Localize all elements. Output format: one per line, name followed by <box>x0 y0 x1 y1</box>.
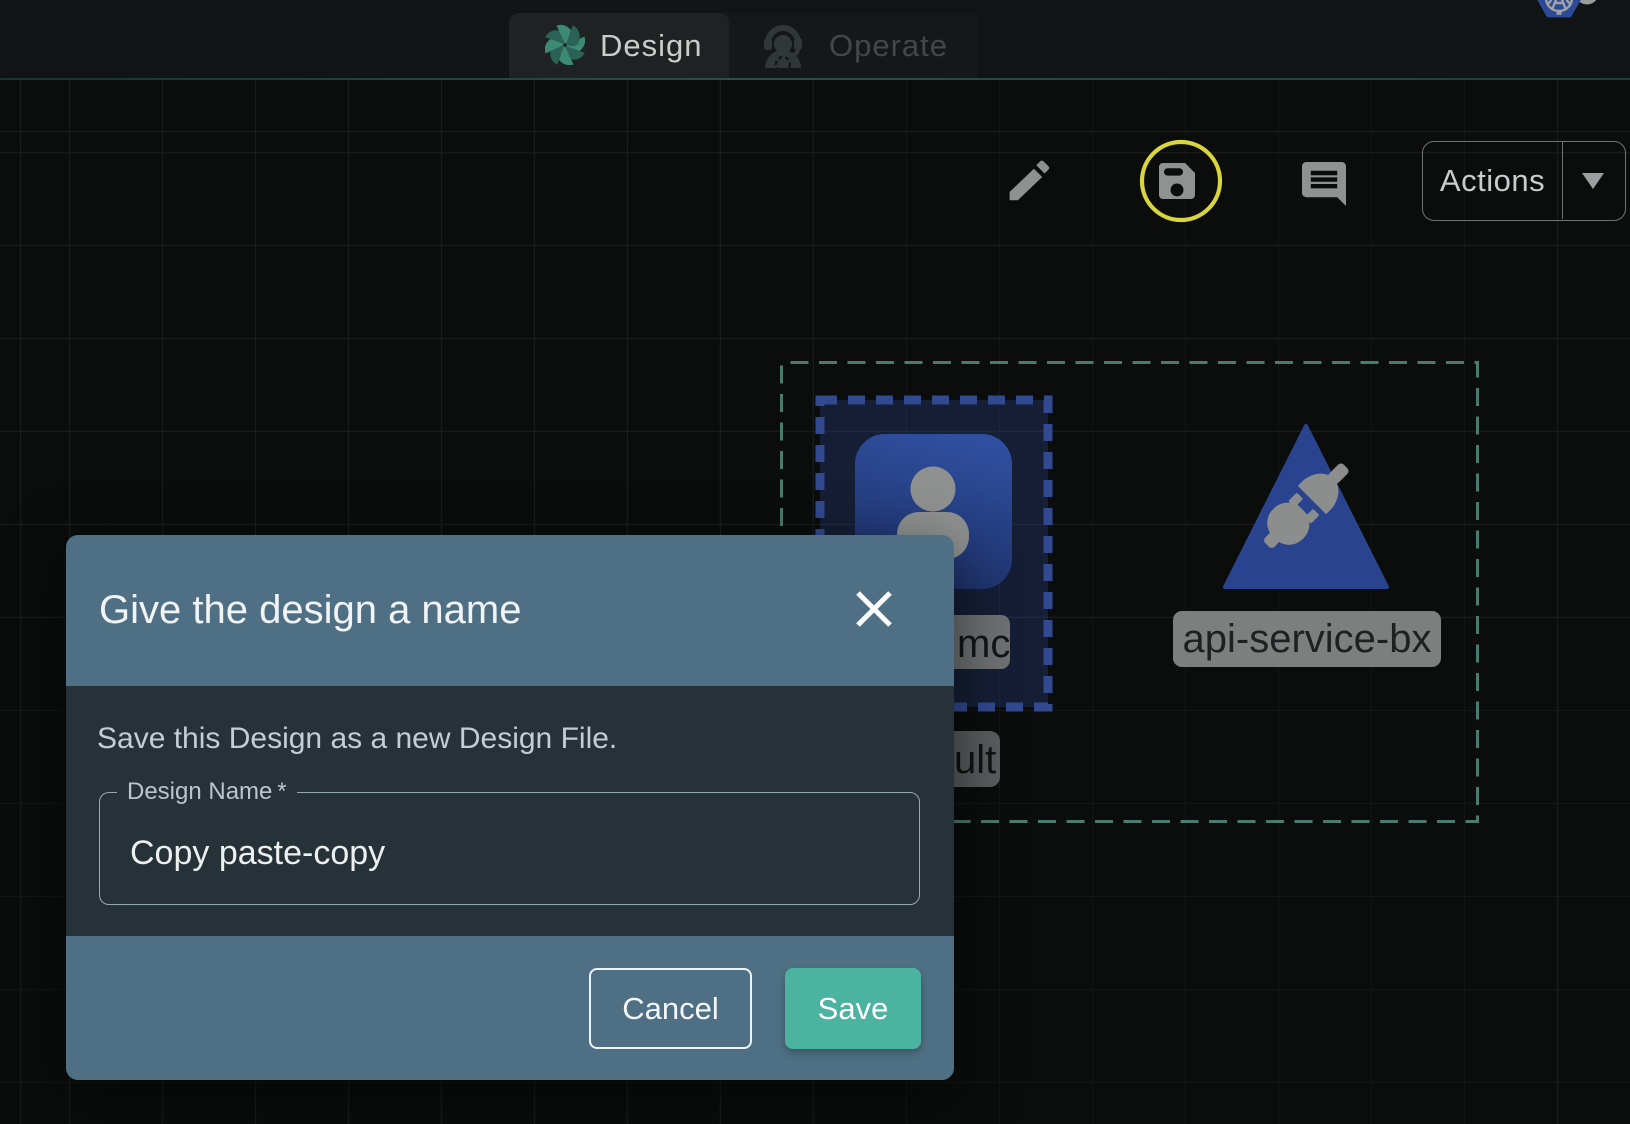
svg-text:ult: ult <box>954 738 996 782</box>
svg-text:api-service-bx: api-service-bx <box>1183 617 1432 661</box>
svg-text:mc: mc <box>957 622 1010 666</box>
